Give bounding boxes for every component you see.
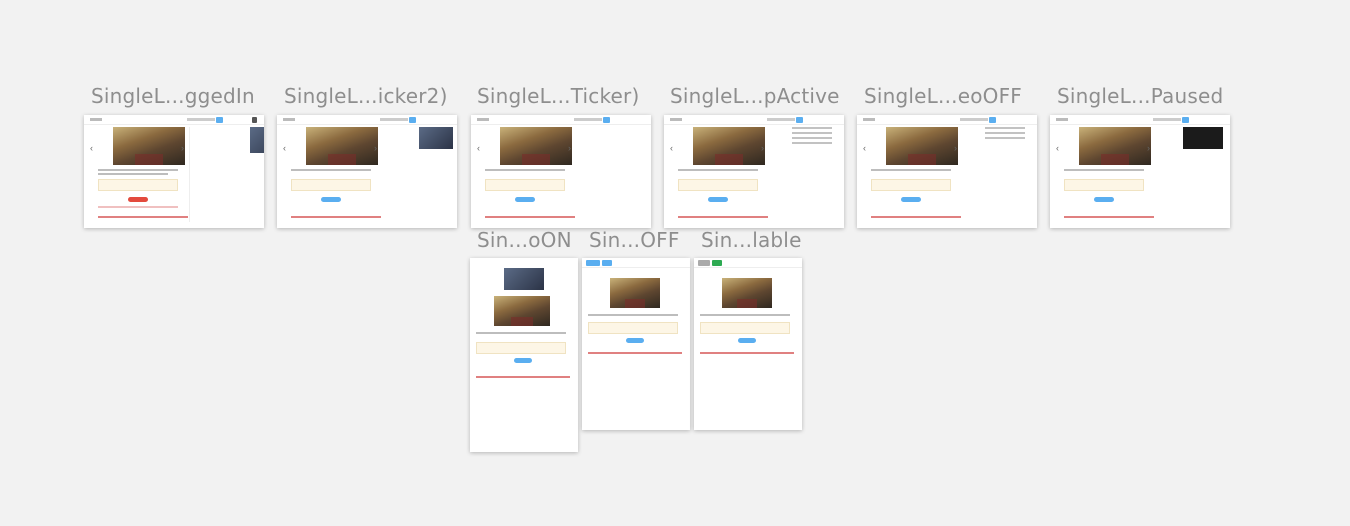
artboard-video-on-mobile[interactable] <box>470 258 578 452</box>
artboard-label-5[interactable]: SingleL...eoOFF <box>864 84 1022 108</box>
artboard-paused[interactable]: ‹ › <box>1050 115 1230 228</box>
artboard-ticker2[interactable]: ‹ › <box>277 115 457 228</box>
artboard-label-9[interactable]: Sin...lable <box>701 228 802 252</box>
next-arrow-icon[interactable]: › <box>181 143 184 153</box>
artboard-label-2[interactable]: SingleL...icker2) <box>284 84 448 108</box>
artboard-video-off[interactable]: ‹ › <box>857 115 1037 228</box>
artboard-label-7[interactable]: Sin...oON <box>477 228 572 252</box>
artboard-active[interactable]: ‹ › <box>664 115 844 228</box>
artboard-available-mobile[interactable] <box>694 258 802 430</box>
artboard-label-8[interactable]: Sin...OFF <box>589 228 680 252</box>
lot-photo <box>113 127 185 165</box>
artboard-ticker[interactable]: ‹ › <box>471 115 651 228</box>
prev-arrow-icon[interactable]: ‹ <box>90 143 93 153</box>
artboard-label-3[interactable]: SingleL...Ticker) <box>477 84 639 108</box>
artboard-logged-in[interactable]: ‹ › <box>84 115 264 228</box>
artboard-label-1[interactable]: SingleL...ggedIn <box>91 84 255 108</box>
paused-video <box>1183 127 1223 149</box>
artboard-label-4[interactable]: SingleL...pActive <box>670 84 840 108</box>
artboard-off-mobile[interactable] <box>582 258 690 430</box>
header-bar <box>84 115 264 125</box>
artboard-label-6[interactable]: SingleL...Paused <box>1057 84 1223 108</box>
